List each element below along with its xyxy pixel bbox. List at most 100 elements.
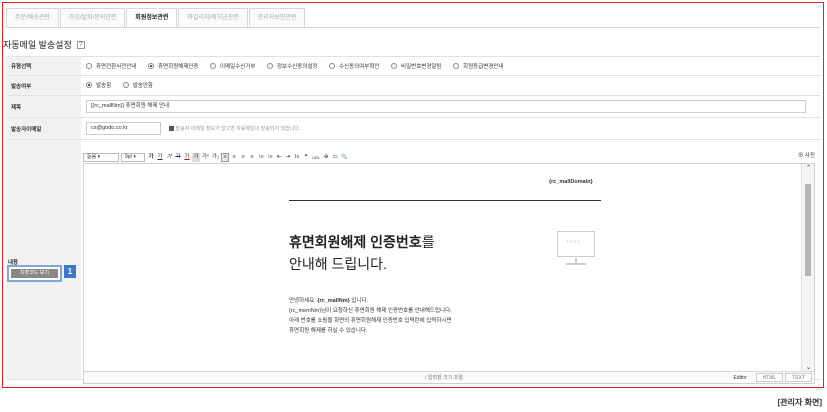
editor-mode-tabs: Editor HTML TEXT bbox=[725, 373, 812, 382]
radio-label: 휴면회원해제인증 bbox=[158, 63, 199, 70]
radio-checked-icon bbox=[148, 62, 155, 69]
photo-icon: ⊕ bbox=[797, 153, 804, 159]
monitor-code: **** bbox=[566, 240, 581, 247]
sender-note-text: 발송자 이메일 정보가 없으면 자동메일이 발송되지 않습니다. bbox=[175, 126, 301, 132]
tab-bar: 주문/배송관련 가입/탈퇴/문의관련 회원정보관련 마일리지/예치금관련 관리자… bbox=[6, 8, 306, 27]
send-options: 발송함 발송안함 bbox=[81, 75, 821, 96]
italic-icon[interactable]: 가 bbox=[165, 153, 173, 162]
align-right-icon[interactable]: ≡ bbox=[239, 153, 247, 162]
radio-label: 수신동의여부확인 bbox=[339, 63, 380, 70]
mall-domain-code: {rc_mallDomain} bbox=[549, 179, 593, 185]
tab-join-withdraw[interactable]: 가입/탈퇴/문의관련 bbox=[59, 8, 126, 27]
screen-caption: [관리자 화면] bbox=[777, 398, 822, 407]
subscript-icon[interactable]: 가₂ bbox=[211, 153, 220, 162]
editor-document[interactable]: {rc_mallDomain} 휴면회원해제 인증번호를 안내해 드립니다. *… bbox=[84, 164, 802, 371]
radio-label: 발송안함 bbox=[132, 83, 153, 89]
info-icon bbox=[168, 126, 174, 132]
mode-text[interactable]: TEXT bbox=[785, 373, 812, 382]
radio-password-change[interactable]: 비밀번호변경알림 bbox=[391, 62, 442, 70]
radio-label: 비밀번호변경알림 bbox=[401, 63, 442, 70]
link-icon[interactable]: URL bbox=[311, 153, 321, 162]
radio-consent-check[interactable]: 수신동의여부확인 bbox=[329, 62, 379, 70]
sender-note: 발송자 이메일 정보가 없으면 자동메일이 발송되지 않습니다. bbox=[168, 126, 301, 132]
tab-divider bbox=[6, 27, 820, 28]
align-left-icon[interactable]: ≡ bbox=[221, 152, 230, 162]
body-line: {rc_memNm}님이 요청하신 휴면회원 해제 인증번호를 안내해드립니다. bbox=[289, 308, 452, 314]
callout-badge: 1 bbox=[64, 265, 76, 278]
align-center-icon[interactable]: ≡ bbox=[230, 153, 238, 162]
mode-editor[interactable]: Editor bbox=[726, 373, 754, 382]
superscript-icon[interactable]: 가² bbox=[201, 153, 210, 162]
outdent-icon[interactable]: ⇤ bbox=[275, 153, 283, 162]
body-line: 휴면회원 해제를 하실 수 있습니다. bbox=[289, 328, 368, 334]
subject-label: 제목 bbox=[6, 95, 81, 118]
radio-dormant-pre-notice[interactable]: 휴면전환사전안내 bbox=[86, 62, 136, 70]
body-line: 아래 번호를 쇼핑몰 화면의 휴면회원해제 인증번호 입력란에 입력하시면 bbox=[289, 318, 452, 324]
headline-bold: 휴면회원해제 인증번호 bbox=[289, 234, 422, 250]
source-code-button[interactable]: 치환코드 보기 bbox=[7, 265, 62, 282]
mode-html[interactable]: HTML bbox=[755, 373, 784, 382]
radio-circle-icon bbox=[86, 62, 92, 69]
radio-circle-icon bbox=[266, 62, 273, 69]
vertical-scrollbar[interactable]: ⌃ ⌄ bbox=[801, 164, 814, 371]
align-justify-icon[interactable]: ≡ bbox=[248, 153, 256, 162]
radio-send[interactable]: 발송함 bbox=[86, 81, 111, 89]
radio-circle-icon bbox=[391, 62, 398, 69]
header-rule bbox=[289, 200, 601, 201]
radio-circle-icon bbox=[122, 82, 129, 88]
scroll-down-icon[interactable]: ⌄ bbox=[802, 363, 814, 371]
indent-icon[interactable]: ⇥ bbox=[284, 153, 292, 162]
scroll-up-icon[interactable]: ⌃ bbox=[802, 164, 814, 172]
radio-checked-icon bbox=[86, 82, 92, 88]
radio-info-consent[interactable]: 정보수신동의설정 bbox=[266, 62, 318, 70]
resize-handle[interactable]: ↕ 입력창 크기 조절 bbox=[424, 374, 463, 381]
mail-body-text: 안녕하세요. {rc_mallNm} 입니다. {rc_memNm}님이 요청하… bbox=[289, 296, 452, 336]
underline-icon[interactable]: 가 bbox=[156, 153, 164, 162]
section-title: 자동메일 발송설정 ? bbox=[3, 38, 85, 51]
type-label: 유형선택 bbox=[6, 56, 81, 76]
radio-label: 정보수신동의설정 bbox=[276, 63, 318, 70]
tab-order-shipping[interactable]: 주문/배송관련 bbox=[6, 8, 59, 27]
bold-icon[interactable]: 가 bbox=[147, 153, 155, 162]
tab-admin-security[interactable]: 관리자보안관련 bbox=[248, 8, 306, 27]
monitor-icon: **** bbox=[557, 231, 595, 257]
unordered-list-icon[interactable]: ⁝≡ bbox=[266, 153, 274, 162]
search-icon[interactable]: 🔍 bbox=[340, 153, 348, 162]
greeting-prefix: 안녕하세요. bbox=[289, 298, 316, 304]
clear-format-icon[interactable]: Ix bbox=[293, 153, 301, 162]
table-icon[interactable]: ▭ bbox=[331, 153, 339, 162]
radio-no-send[interactable]: 발송안함 bbox=[122, 81, 153, 89]
highlight-icon[interactable]: 가 bbox=[192, 152, 200, 162]
size-select[interactable]: 9pt ▾ bbox=[121, 152, 145, 162]
font-color-icon[interactable]: 가 bbox=[183, 153, 191, 162]
font-select[interactable]: 돋움 ▾ bbox=[83, 152, 119, 162]
help-icon[interactable]: ? bbox=[76, 40, 85, 49]
radio-label: 회원등급변경안내 bbox=[463, 63, 504, 70]
radio-circle-icon bbox=[210, 62, 217, 69]
admin-screen-frame: 주문/배송관련 가입/탈퇴/문의관련 회원정보관련 마일리지/예치금관련 관리자… bbox=[2, 2, 824, 388]
sender-email-input[interactable]: cs@godo.co.kr bbox=[86, 122, 161, 135]
radio-email-reject[interactable]: 이메일수신거부 bbox=[210, 62, 255, 70]
radio-grade-change[interactable]: 회원등급변경안내 bbox=[453, 62, 504, 70]
quote-icon[interactable]: ❝ bbox=[302, 153, 310, 162]
monitor-base bbox=[566, 263, 586, 265]
subject-input[interactable]: [{rc_mallNm}] 휴면회원 해제 안내 bbox=[86, 100, 806, 113]
strikethrough-icon[interactable]: 가 bbox=[174, 153, 182, 162]
headline-rest: 를 bbox=[421, 234, 435, 250]
photo-button[interactable]: ⊕ 사진 bbox=[798, 151, 815, 159]
size-select-value: 9pt bbox=[125, 153, 132, 160]
mail-editor[interactable]: {rc_mallDomain} 휴면회원해제 인증번호를 안내해 드립니다. *… bbox=[83, 163, 815, 384]
editor-toolbar: 돋움 ▾ 9pt ▾ 가 가 가 가 가 가 가² 가₂ ≡ ≡ ≡ ≡ ⁝≡ … bbox=[83, 151, 815, 163]
tab-member-info[interactable]: 회원정보관련 bbox=[126, 8, 178, 27]
greeting-code: {rc_mallNm} bbox=[317, 298, 350, 304]
special-char-icon[interactable]: ⊕ bbox=[322, 153, 330, 162]
greeting-line: 안녕하세요. {rc_mallNm} 입니다. bbox=[289, 296, 452, 306]
ordered-list-icon[interactable]: ⁝≡ bbox=[257, 153, 265, 162]
radio-circle-icon bbox=[329, 62, 335, 69]
tab-mileage-deposit[interactable]: 마일리지/예치금관련 bbox=[178, 8, 248, 27]
headline: 휴면회원해제 인증번호를 bbox=[289, 232, 435, 252]
radio-dormant-release-auth[interactable]: 휴면회원해제인증 bbox=[148, 62, 199, 70]
radio-label: 발송함 bbox=[96, 83, 112, 89]
scroll-thumb[interactable] bbox=[805, 184, 811, 276]
subheadline: 안내해 드립니다. bbox=[289, 256, 387, 272]
